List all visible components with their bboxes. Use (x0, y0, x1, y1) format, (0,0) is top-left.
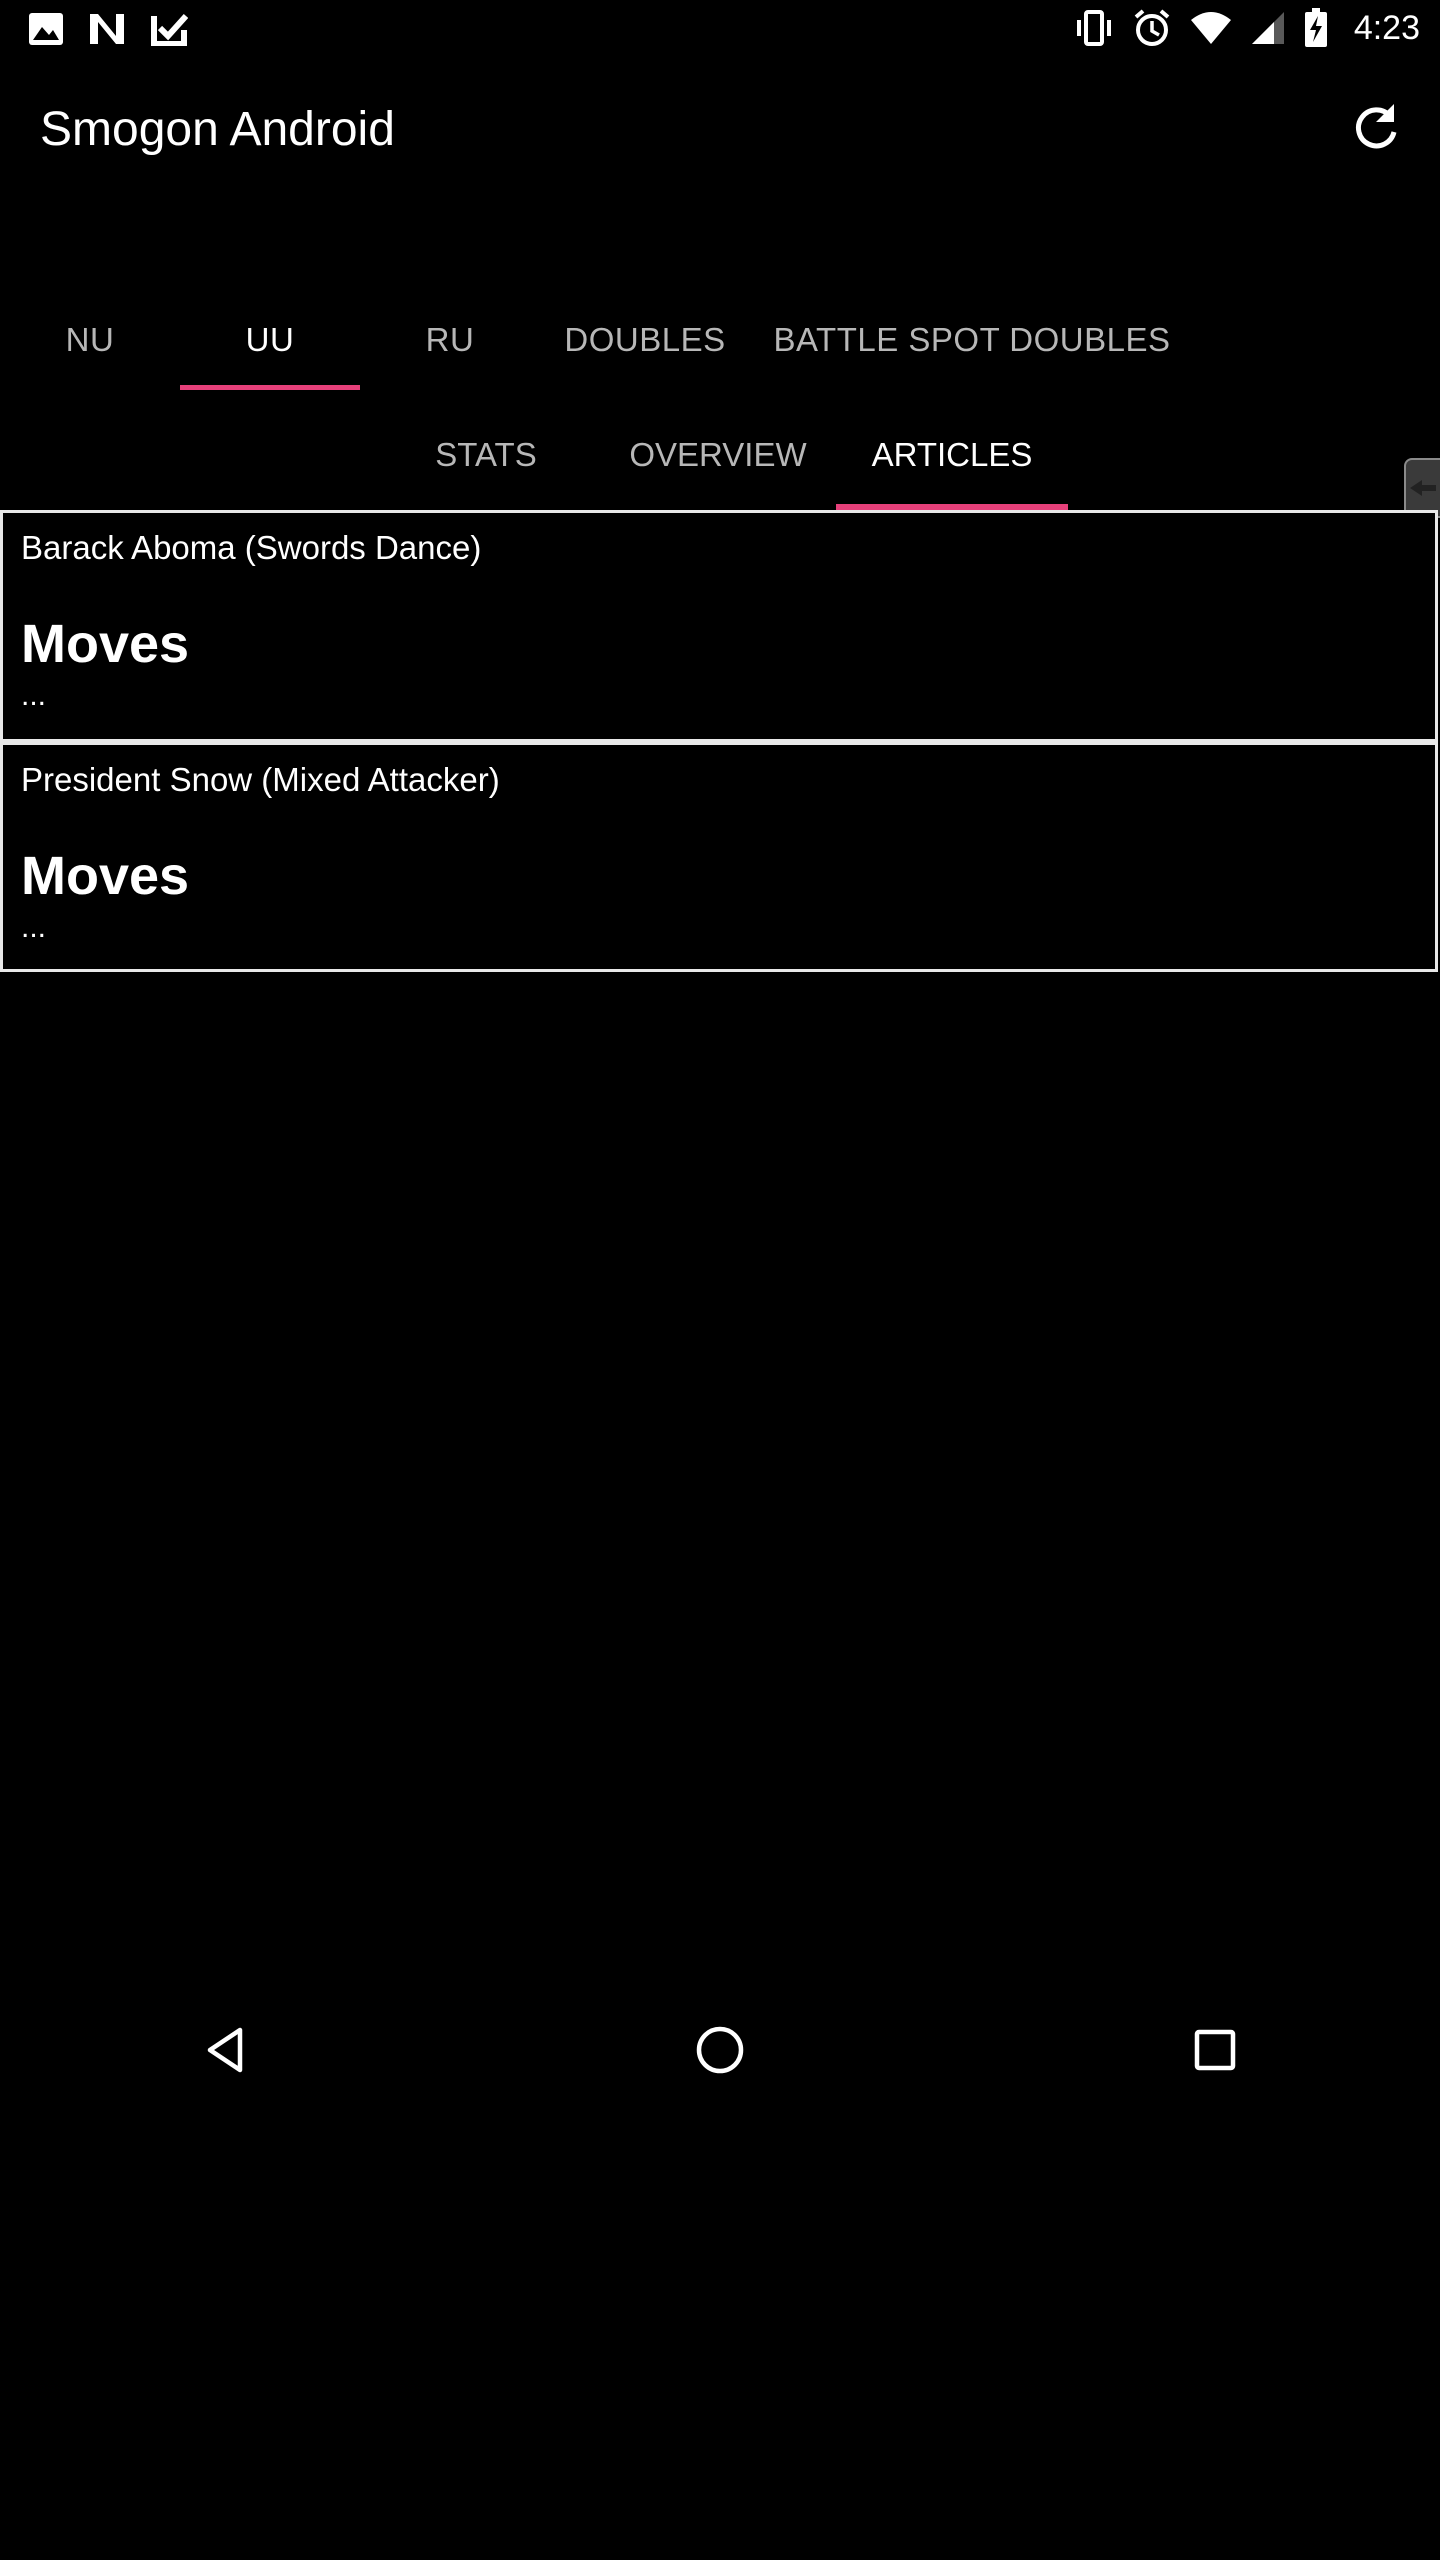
tab-label: STATS (435, 436, 537, 473)
status-bar: 4:23 (0, 0, 1440, 60)
back-icon[interactable] (186, 2010, 266, 2090)
wifi-icon (1190, 10, 1232, 46)
tab-battle-spot-doubles[interactable]: BATTLE SPOT DOUBLES (760, 290, 1184, 390)
tab-uu[interactable]: UU (180, 290, 360, 390)
n-notification-icon (88, 12, 126, 46)
tab-ru[interactable]: RU (360, 290, 540, 390)
article-card[interactable]: Barack Aboma (Swords Dance) Moves ... (0, 510, 1438, 742)
tier-tabs: NU UU RU DOUBLES BATTLE SPOT DOUBLES (0, 290, 1440, 390)
arrow-left-icon (1410, 480, 1436, 496)
article-excerpt: ... (21, 679, 47, 712)
status-clock: 4:23 (1353, 8, 1420, 47)
refresh-icon[interactable] (1348, 100, 1404, 156)
app-title: Smogon Android (40, 103, 395, 156)
article-heading: Moves (21, 846, 190, 906)
tab-label: RU (425, 321, 475, 358)
tab-overview[interactable]: OVERVIEW (602, 400, 834, 510)
article-title: President Snow (Mixed Attacker) (21, 761, 500, 798)
tab-label: DOUBLES (564, 321, 726, 358)
article-excerpt: ... (21, 911, 47, 944)
signal-icon (1250, 10, 1286, 46)
article-heading: Moves (21, 614, 190, 674)
home-icon[interactable] (680, 2010, 760, 2090)
recents-icon[interactable] (1175, 2010, 1255, 2090)
tab-label: NU (65, 321, 115, 358)
tab-nu[interactable]: NU (0, 290, 180, 390)
tab-label: UU (245, 321, 295, 358)
article-title: Barack Aboma (Swords Dance) (21, 529, 482, 566)
alarm-icon (1132, 8, 1172, 48)
task-check-icon (150, 12, 188, 46)
image-icon (28, 12, 64, 46)
tab-label: BATTLE SPOT DOUBLES (773, 321, 1171, 358)
system-nav-bar (0, 1990, 1440, 2110)
drawer-handle[interactable] (1404, 458, 1440, 518)
tab-doubles[interactable]: DOUBLES (540, 290, 750, 390)
section-tabs: STATS OVERVIEW ARTICLES (0, 400, 1440, 510)
article-card[interactable]: President Snow (Mixed Attacker) Moves ..… (0, 742, 1438, 972)
tab-label: OVERVIEW (629, 436, 807, 473)
battery-charging-icon (1304, 8, 1328, 48)
tab-stats[interactable]: STATS (370, 400, 602, 510)
active-tab-indicator (180, 385, 360, 390)
tab-articles[interactable]: ARTICLES (836, 400, 1068, 510)
tab-label: ARTICLES (871, 436, 1033, 473)
app-toolbar: Smogon Android (0, 60, 1440, 200)
vibrate-icon (1074, 8, 1114, 48)
